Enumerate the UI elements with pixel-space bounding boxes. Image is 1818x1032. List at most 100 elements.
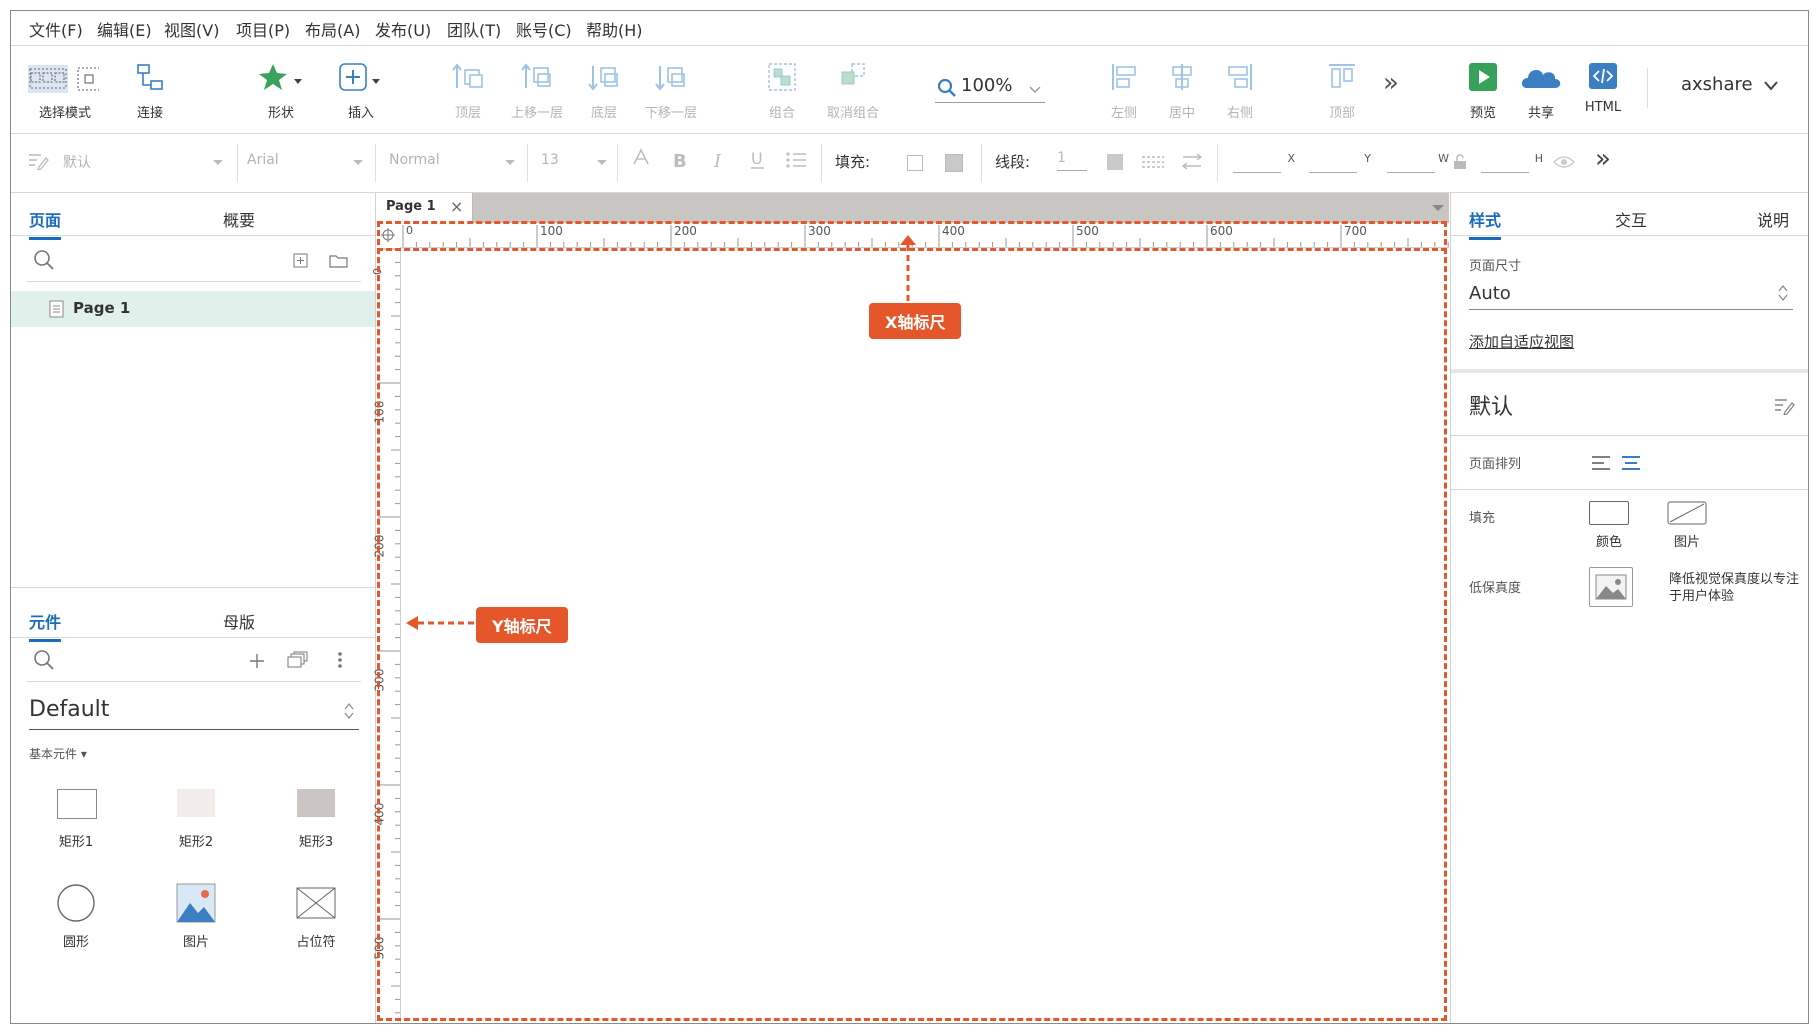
align-center-button[interactable]: 居中	[1157, 58, 1207, 124]
line-style-icon[interactable]	[1141, 154, 1165, 170]
y-ruler[interactable]: 0 100 200 300 400 500	[371, 247, 401, 1023]
bring-forward-button[interactable]: 上移一层	[501, 58, 573, 124]
page-tab[interactable]: Page 1 ×	[376, 193, 473, 223]
close-icon[interactable]: ×	[450, 197, 463, 216]
add-adaptive-view-link[interactable]: 添加自适应视图	[1469, 331, 1574, 352]
widget-rectangle3[interactable]: 矩形3	[271, 781, 361, 861]
bring-to-top-button[interactable]: 顶层	[443, 58, 493, 124]
format-more-button[interactable]: »	[1595, 144, 1611, 174]
share-button[interactable]: 共享	[1515, 58, 1567, 124]
add-page-icon[interactable]	[293, 253, 309, 269]
tab-masters[interactable]: 母版	[223, 609, 255, 633]
toolbar-more-button[interactable]: »	[1383, 68, 1399, 98]
widget-category[interactable]: 基本元件 ▾	[29, 745, 87, 762]
edit-style-icon[interactable]	[1773, 397, 1795, 415]
align-top-button[interactable]: 顶部	[1317, 58, 1367, 124]
group-icon	[768, 63, 796, 91]
menu-edit[interactable]: 编辑(E)	[97, 17, 152, 41]
shape-button[interactable]: 形状	[251, 58, 311, 124]
select-mode-button[interactable]: 选择模式	[25, 58, 105, 124]
add-library-icon[interactable]	[249, 653, 265, 669]
search-icon[interactable]	[33, 249, 55, 271]
main-toolbar: 选择模式 连接 形状 插入 顶层 上移一层 底层 下移一层 组合 取消组合 10…	[11, 46, 1808, 134]
menu-team[interactable]: 团队(T)	[447, 17, 501, 41]
send-backward-button[interactable]: 下移一层	[635, 58, 707, 124]
widget-placeholder[interactable]: 占位符	[271, 881, 361, 961]
zoom-select[interactable]: 100%	[935, 74, 1045, 103]
widget-rectangle1[interactable]: 矩形1	[31, 781, 121, 861]
font-weight-select[interactable]: Normal	[389, 148, 517, 176]
zoom-icon	[937, 78, 956, 97]
menu-publish[interactable]: 发布(U)	[375, 17, 431, 41]
divider	[1451, 489, 1808, 490]
tab-pages[interactable]: 页面	[29, 207, 62, 240]
tab-interaction[interactable]: 交互	[1615, 207, 1647, 231]
lock-icon[interactable]	[1453, 154, 1467, 170]
group-label: 组合	[768, 106, 795, 121]
ungroup-button[interactable]: 取消组合	[817, 58, 889, 124]
x-input[interactable]: X	[1233, 152, 1295, 173]
connect-icon	[137, 64, 163, 90]
line-color-swatch[interactable]	[1107, 154, 1123, 170]
widget-label: 矩形1	[58, 835, 94, 850]
align-left-icon[interactable]	[1591, 455, 1611, 471]
send-to-bottom-button[interactable]: 底层	[579, 58, 629, 124]
style-select[interactable]: 默认	[27, 148, 227, 176]
menu-layout[interactable]: 布局(A)	[305, 17, 360, 41]
align-center-icon[interactable]	[1621, 455, 1641, 471]
library-icon[interactable]	[287, 651, 309, 669]
align-left-button[interactable]: 左侧	[1099, 58, 1149, 124]
updown-icon	[1778, 285, 1788, 301]
bold-icon[interactable]: B	[671, 150, 689, 172]
page-size-select[interactable]: Auto	[1469, 279, 1793, 310]
arrow-style-icon[interactable]	[1181, 152, 1203, 172]
separator	[981, 144, 982, 182]
group-button[interactable]: 组合	[757, 58, 807, 124]
search-icon[interactable]	[33, 649, 55, 671]
y-tick-label: 0	[371, 268, 384, 275]
widget-rectangle2[interactable]: 矩形2	[151, 781, 241, 861]
fill-color-swatch[interactable]	[907, 155, 923, 171]
shadow-swatch[interactable]	[945, 154, 963, 172]
align-right-button[interactable]: 右侧	[1215, 58, 1265, 124]
menu-file[interactable]: 文件(F)	[29, 17, 83, 41]
chevron-down-icon[interactable]	[1432, 205, 1444, 213]
font-color-icon[interactable]	[631, 148, 651, 170]
font-size-select[interactable]: 13	[541, 148, 607, 176]
tab-widgets[interactable]: 元件	[29, 609, 62, 642]
menu-project[interactable]: 项目(P)	[236, 17, 290, 41]
bring-to-top-label: 顶层	[454, 106, 481, 121]
widget-image[interactable]: 图片	[151, 881, 241, 961]
width-input[interactable]: W	[1387, 152, 1449, 173]
bullet-list-icon[interactable]	[785, 151, 807, 169]
preview-button[interactable]: 预览	[1457, 58, 1509, 124]
menu-bar: 文件(F) 编辑(E) 视图(V) 项目(P) 布局(A) 发布(U) 团队(T…	[11, 11, 1808, 46]
tab-style[interactable]: 样式	[1469, 207, 1502, 240]
height-input[interactable]: H	[1481, 152, 1543, 173]
fill-color-button[interactable]: 颜色	[1571, 497, 1651, 557]
more-vertical-icon[interactable]	[337, 651, 343, 669]
underline-icon[interactable]: U	[749, 148, 767, 172]
font-select[interactable]: Arial	[243, 148, 363, 176]
zoom-value: 100%	[961, 75, 1013, 96]
html-button[interactable]: HTML	[1577, 58, 1629, 124]
connect-button[interactable]: 连接	[125, 58, 175, 124]
tab-notes[interactable]: 说明	[1757, 207, 1789, 231]
divider	[27, 681, 361, 682]
eye-icon[interactable]	[1553, 155, 1575, 169]
menu-view[interactable]: 视图(V)	[164, 17, 219, 41]
y-input[interactable]: Y	[1309, 152, 1371, 173]
fill-image-button[interactable]: 图片	[1649, 497, 1729, 557]
low-fidelity-toggle[interactable]	[1589, 567, 1633, 607]
menu-help[interactable]: 帮助(H)	[586, 17, 643, 41]
widget-circle[interactable]: 圆形	[31, 881, 121, 961]
insert-button[interactable]: 插入	[333, 58, 389, 124]
italic-icon[interactable]: I	[711, 150, 729, 172]
library-select[interactable]: Default	[29, 695, 359, 730]
tab-outline[interactable]: 概要	[223, 207, 255, 231]
line-width-input[interactable]: 1	[1057, 150, 1087, 171]
menu-account[interactable]: 账号(C)	[516, 17, 572, 41]
account-menu[interactable]: axshare	[1681, 74, 1791, 100]
page-item[interactable]: Page 1	[11, 291, 375, 327]
add-folder-icon[interactable]	[329, 253, 349, 269]
